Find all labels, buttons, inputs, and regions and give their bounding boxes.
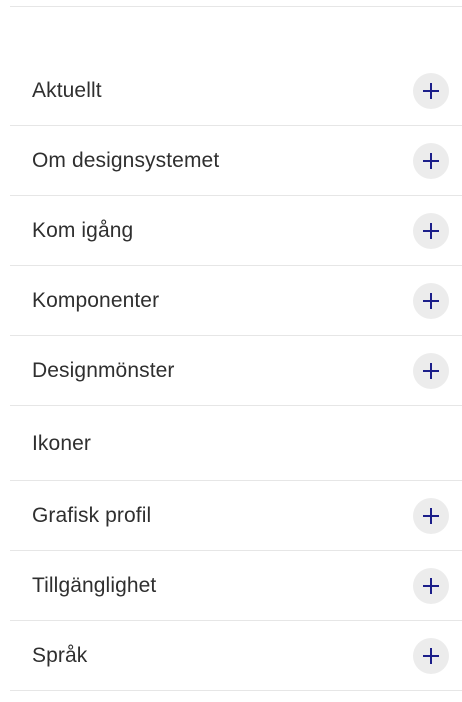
plus-icon: [423, 647, 439, 664]
nav-item-aktuellt[interactable]: Aktuellt: [10, 56, 462, 126]
nav-item-label: Grafisk profil: [32, 504, 152, 527]
nav-item-sprak[interactable]: Språk: [10, 621, 462, 691]
nav-item-label: Ikoner: [32, 431, 91, 455]
plus-icon: [423, 362, 439, 379]
plus-icon: [423, 507, 439, 524]
expand-button[interactable]: [413, 72, 449, 109]
top-divider: [10, 6, 462, 7]
nav-item-label: Designmönster: [32, 359, 175, 382]
nav-item-ikoner[interactable]: Ikoner: [10, 406, 462, 481]
nav-item-tillganglighet[interactable]: Tillgänglighet: [10, 551, 462, 621]
nav-item-kom-igang[interactable]: Kom igång: [10, 196, 462, 266]
expand-button[interactable]: [413, 567, 449, 604]
expand-button[interactable]: [413, 282, 449, 319]
nav-menu: Aktuellt Om designsystemet Kom igång Kom…: [10, 56, 462, 691]
plus-icon: [423, 292, 439, 309]
nav-item-label: Aktuellt: [32, 79, 102, 102]
nav-item-label: Om designsystemet: [32, 149, 220, 172]
plus-icon: [423, 82, 439, 99]
expand-button[interactable]: [413, 142, 449, 179]
expand-button[interactable]: [413, 497, 449, 534]
nav-item-label: Komponenter: [32, 289, 160, 312]
nav-item-label: Tillgänglighet: [32, 574, 157, 597]
nav-item-designmonster[interactable]: Designmönster: [10, 336, 462, 406]
expand-button[interactable]: [413, 352, 449, 389]
plus-icon: [423, 222, 439, 239]
navigation-page: Aktuellt Om designsystemet Kom igång Kom…: [0, 0, 462, 702]
nav-item-om-designsystemet[interactable]: Om designsystemet: [10, 126, 462, 196]
nav-item-label: Kom igång: [32, 219, 134, 242]
nav-item-grafisk-profil[interactable]: Grafisk profil: [10, 481, 462, 551]
nav-item-komponenter[interactable]: Komponenter: [10, 266, 462, 336]
plus-icon: [423, 577, 439, 594]
expand-button[interactable]: [413, 637, 449, 674]
nav-item-label: Språk: [32, 644, 88, 667]
plus-icon: [423, 152, 439, 169]
expand-button[interactable]: [413, 212, 449, 249]
